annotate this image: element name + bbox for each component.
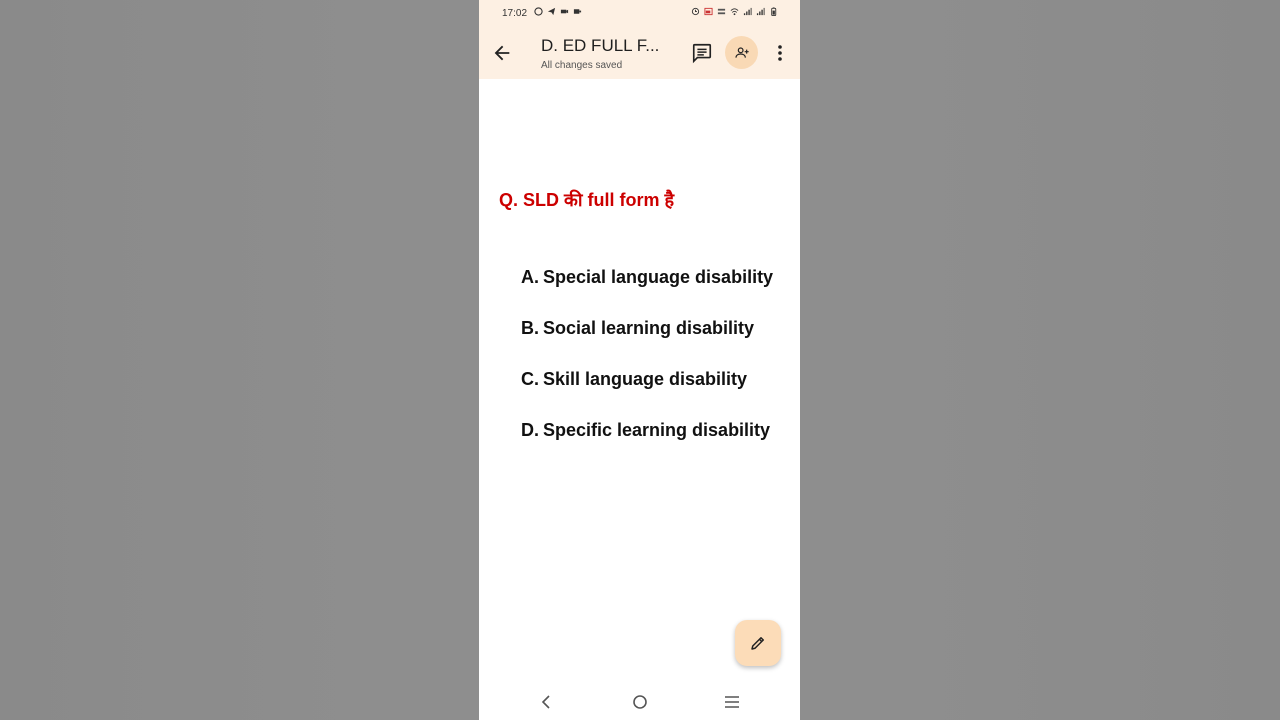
volte-icon <box>717 8 726 15</box>
top-bar: 17:02 D. ED FULL F... All changes saved <box>479 0 800 79</box>
arrow-back-icon[interactable] <box>491 42 513 64</box>
document-title[interactable]: D. ED FULL F... <box>541 36 659 56</box>
status-left-icons <box>534 7 582 16</box>
person-add-icon <box>734 46 749 58</box>
phone-screen: 17:02 D. ED FULL F... All changes saved … <box>479 0 800 720</box>
comment-icon[interactable] <box>691 42 713 64</box>
camera-icon <box>573 9 582 14</box>
option-letter: C. <box>521 369 539 389</box>
signal-icon <box>743 7 752 16</box>
signal-icon <box>756 7 765 16</box>
app-bar: D. ED FULL F... All changes saved <box>479 26 800 79</box>
more-vert-icon[interactable] <box>772 42 788 64</box>
option-b: B. Social learning disability <box>521 315 791 341</box>
nav-home-icon[interactable] <box>632 694 648 710</box>
option-text: Special language disability <box>543 267 774 287</box>
nav-back-icon[interactable] <box>539 694 553 710</box>
option-d: D. Specific learning disability <box>521 417 791 443</box>
option-c: C. Skill language disability <box>521 366 791 392</box>
question-text: Q. SLD की full form है <box>499 190 675 210</box>
cast-icon <box>704 7 713 16</box>
status-time: 17:02 <box>502 8 528 19</box>
save-status: All changes saved <box>541 60 623 71</box>
video-icon <box>560 9 569 14</box>
battery-icon <box>771 7 777 16</box>
wifi-icon <box>730 8 739 16</box>
option-letter: D. <box>521 420 539 440</box>
system-nav-bar <box>479 686 800 720</box>
option-text: Skill language disability <box>543 369 748 389</box>
status-right-icons <box>691 7 778 16</box>
alarm-icon <box>691 7 700 16</box>
pencil-icon <box>751 637 764 650</box>
option-letter: B. <box>521 318 539 338</box>
option-letter: A. <box>521 267 539 287</box>
option-text: Specific learning disability <box>543 420 771 440</box>
share-button[interactable] <box>725 36 758 69</box>
option-text: Social learning disability <box>543 318 755 338</box>
status-bar: 17:02 <box>479 0 800 26</box>
edit-fab-button[interactable] <box>735 620 781 666</box>
whatsapp-icon <box>534 7 543 16</box>
options-list: A. Special language disability B. Social… <box>521 264 791 468</box>
nav-menu-icon[interactable] <box>723 694 741 710</box>
telegram-icon <box>547 7 556 16</box>
option-a: A. Special language disability <box>521 264 791 290</box>
